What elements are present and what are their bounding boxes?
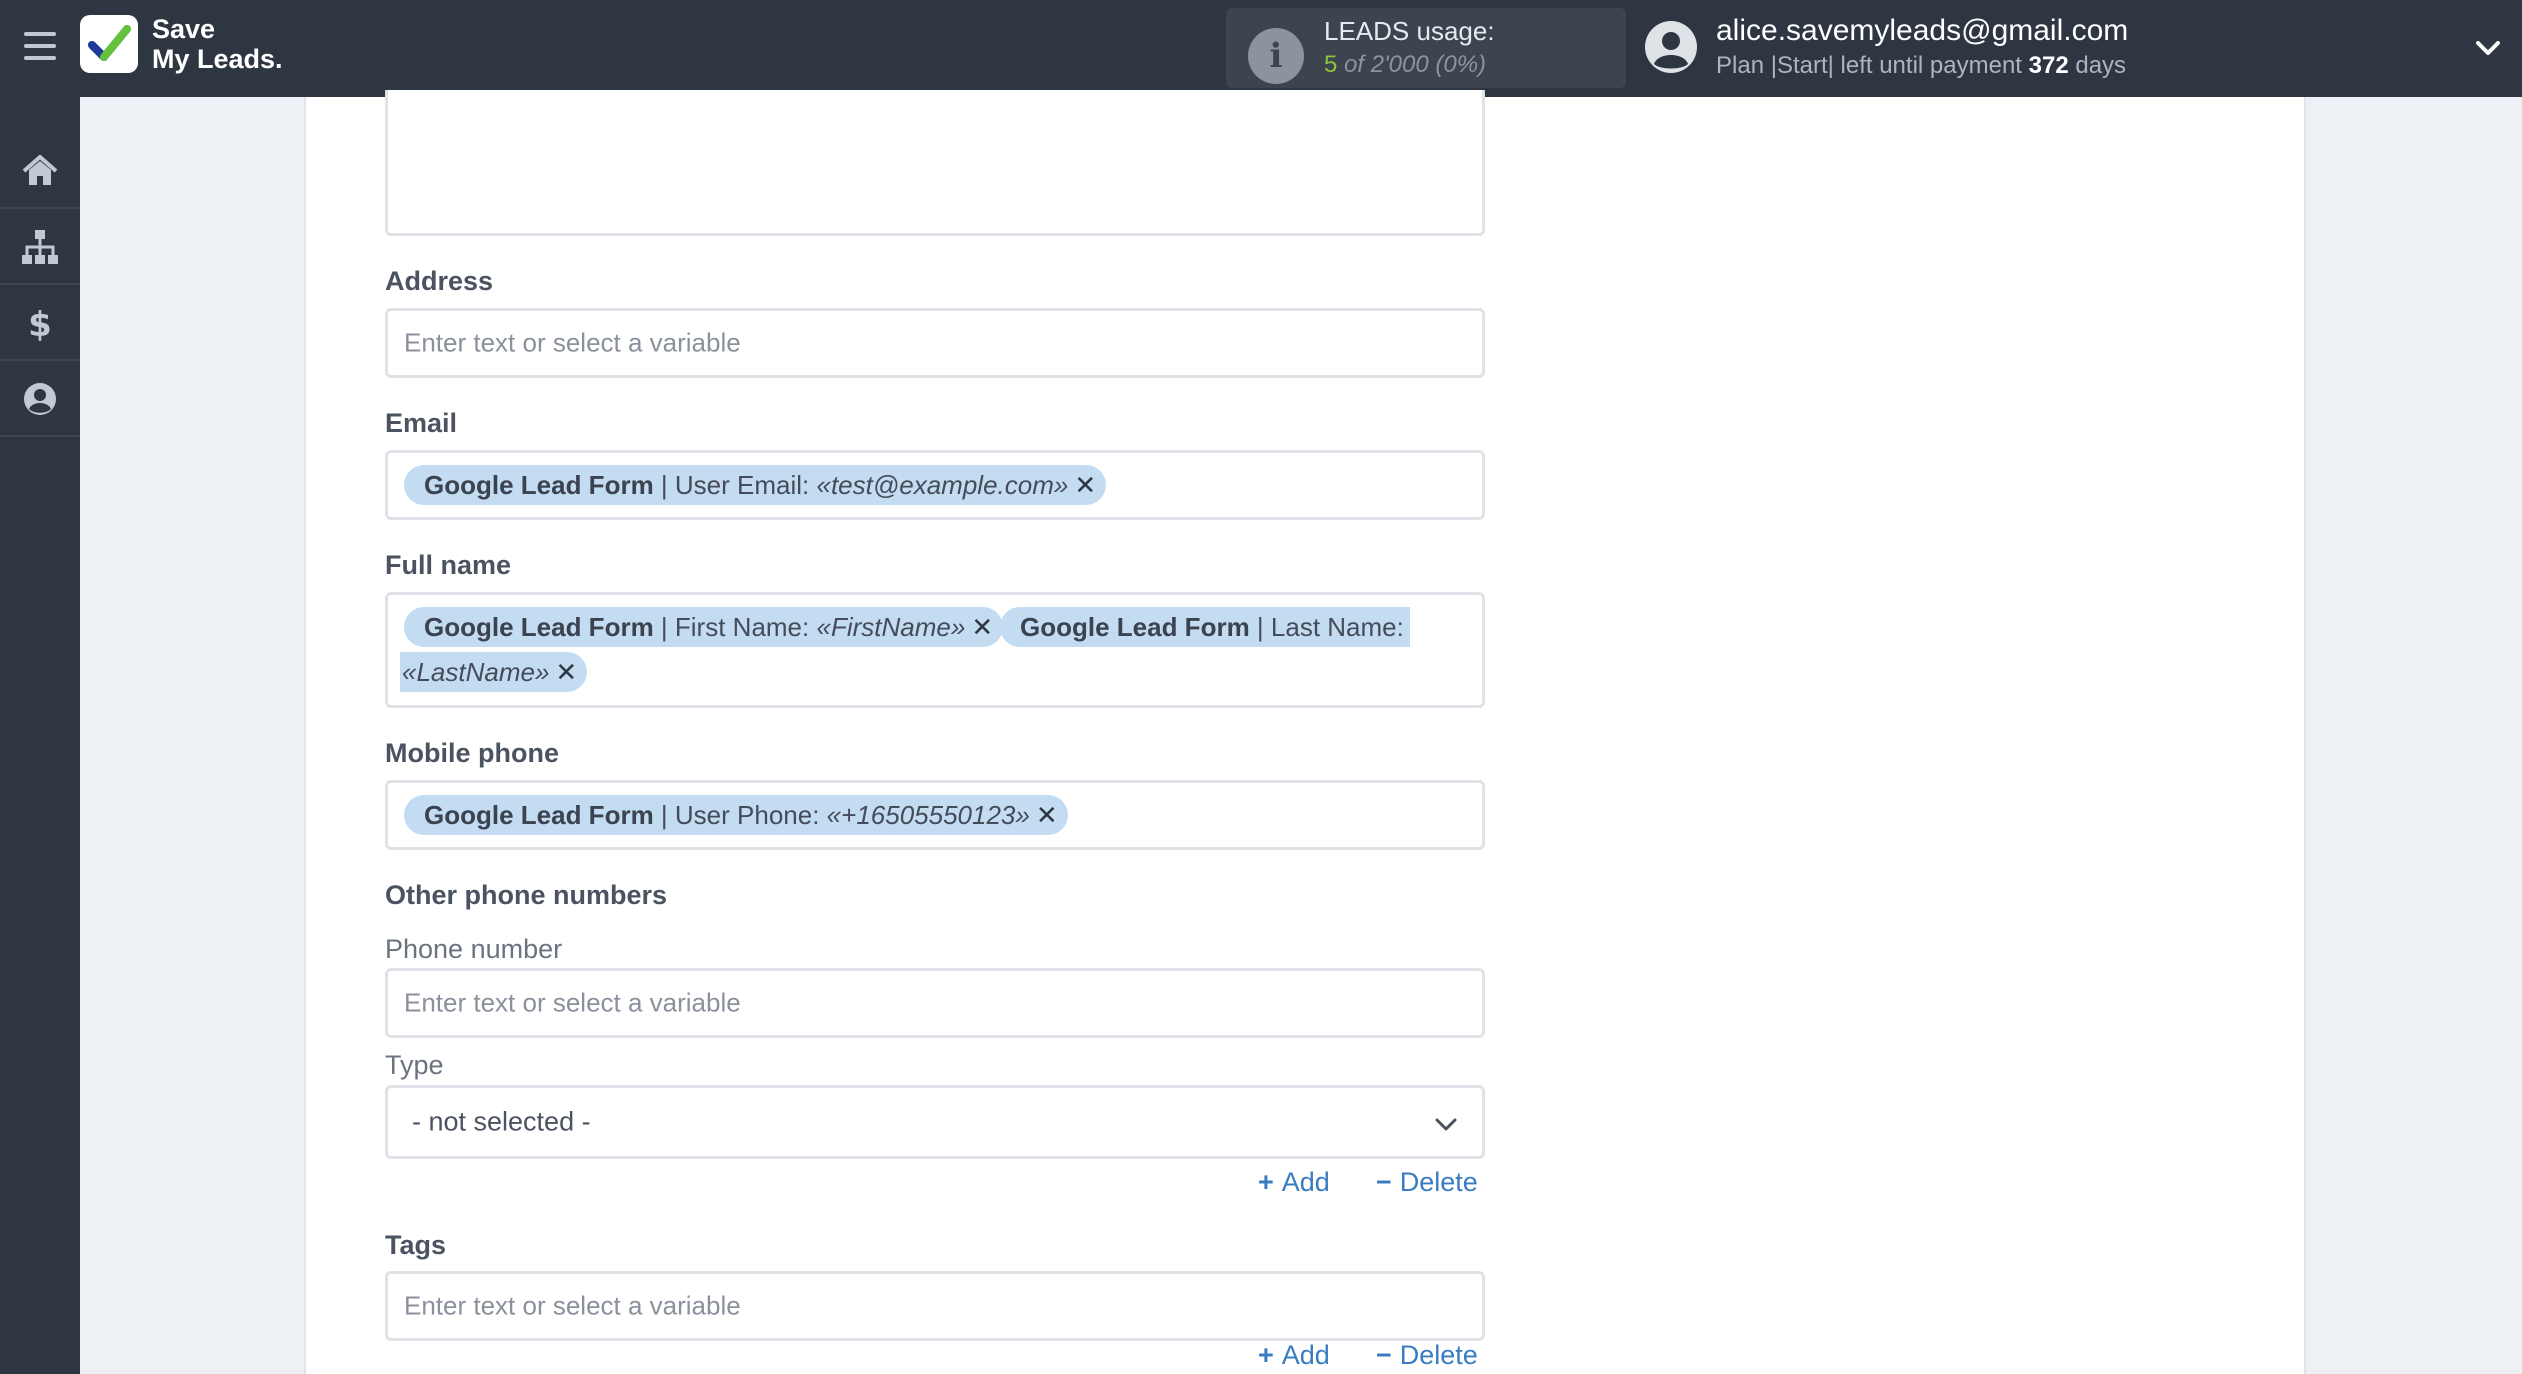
- close-icon[interactable]: ✕: [555, 652, 577, 692]
- tag-value: «FirstName»: [816, 612, 966, 642]
- close-icon[interactable]: ✕: [1074, 465, 1096, 505]
- address-label: Address: [385, 266, 494, 296]
- phone-number-input[interactable]: Enter text or select a variable: [385, 968, 1485, 1038]
- tag-field: | First Name:: [660, 612, 810, 642]
- minus-icon: −: [1376, 1340, 1392, 1370]
- email-label: Email: [385, 408, 458, 438]
- add-label: Add: [1281, 1167, 1330, 1197]
- address-input[interactable]: Enter text or select a variable: [385, 308, 1485, 378]
- hamburger-menu-icon[interactable]: [24, 32, 56, 62]
- tag-value: «+16505550123»: [826, 800, 1030, 830]
- phone-number-label: Phone number: [385, 934, 563, 964]
- plus-icon: +: [1258, 1167, 1274, 1197]
- add-tag-button[interactable]: + Add: [1258, 1340, 1330, 1371]
- email-input[interactable]: Google Lead Form | User Email: «test@exa…: [385, 450, 1485, 520]
- logo-icon[interactable]: [80, 15, 138, 73]
- top-bar: Save My Leads. i LEADS usage: 5 of 2'000…: [0, 0, 2522, 97]
- tag-value: «test@example.com»: [816, 470, 1069, 500]
- tag-field: | User Phone:: [660, 800, 820, 830]
- address-placeholder: Enter text or select a variable: [404, 327, 741, 358]
- sidebar: $: [0, 97, 80, 1374]
- mobile-phone-label: Mobile phone: [385, 738, 559, 768]
- usage-title: LEADS usage:: [1324, 16, 1495, 46]
- plan-days-unit: days: [2075, 52, 2127, 79]
- tag-source: Google Lead Form: [424, 612, 654, 642]
- add-label: Add: [1281, 1340, 1330, 1370]
- logo-text[interactable]: Save My Leads.: [152, 14, 283, 74]
- full-name-label: Full name: [385, 550, 512, 580]
- tag-source: Google Lead Form: [424, 470, 654, 500]
- usage-percent: (0%): [1435, 51, 1487, 78]
- user-circle-icon: [24, 383, 56, 415]
- avatar-icon[interactable]: [1644, 20, 1698, 74]
- user-plan: Plan |Start| left until payment 372 days: [1716, 52, 2126, 80]
- usage-count: 5: [1324, 51, 1338, 78]
- tag-field: | User Email:: [660, 470, 810, 500]
- tags-placeholder: Enter text or select a variable: [404, 1290, 741, 1321]
- tag-field: | Last Name:: [1256, 612, 1404, 642]
- close-icon[interactable]: ✕: [971, 607, 993, 647]
- chevron-down-icon[interactable]: [2472, 32, 2504, 64]
- delete-phone-button[interactable]: − Delete: [1376, 1167, 1478, 1198]
- tag-source: Google Lead Form: [424, 800, 654, 830]
- sidebar-item-billing[interactable]: $: [0, 285, 80, 361]
- close-icon[interactable]: ✕: [1036, 795, 1058, 835]
- mobile-phone-input[interactable]: Google Lead Form | User Phone: «+1650555…: [385, 780, 1485, 850]
- full-name-input[interactable]: Google Lead Form | First Name: «FirstNam…: [385, 592, 1485, 708]
- dollar-icon: $: [28, 305, 52, 343]
- chevron-down-icon: [1435, 1118, 1457, 1131]
- type-select-value: - not selected -: [412, 1106, 591, 1137]
- leads-usage-panel: i LEADS usage: 5 of 2'000 (0%): [1226, 8, 1626, 88]
- textarea-field[interactable]: [385, 90, 1485, 236]
- variable-tag-continuation[interactable]: «LastName» ✕: [400, 652, 588, 692]
- variable-tag[interactable]: Google Lead Form | Last Name:: [1000, 607, 1410, 647]
- variable-tag[interactable]: Google Lead Form | User Phone: «+1650555…: [404, 795, 1068, 835]
- usage-limit: of 2'000: [1344, 51, 1429, 78]
- sidebar-item-account[interactable]: [0, 361, 80, 437]
- type-label: Type: [385, 1050, 444, 1080]
- logo-line-1: Save: [152, 14, 216, 44]
- plan-days: 372: [2028, 52, 2069, 79]
- tag-source: Google Lead Form: [1020, 612, 1250, 642]
- usage-value: 5 of 2'000 (0%): [1324, 51, 1486, 79]
- delete-tag-button[interactable]: − Delete: [1376, 1340, 1478, 1371]
- other-phones-label: Other phone numbers: [385, 880, 668, 910]
- delete-label: Delete: [1399, 1167, 1478, 1197]
- info-icon: i: [1248, 28, 1304, 84]
- minus-icon: −: [1376, 1167, 1392, 1197]
- logo-line-2: My Leads.: [152, 44, 283, 74]
- tag-value: «LastName»: [402, 657, 550, 687]
- tags-label: Tags: [385, 1230, 447, 1260]
- plus-icon: +: [1258, 1340, 1274, 1370]
- phone-number-placeholder: Enter text or select a variable: [404, 987, 741, 1018]
- add-phone-button[interactable]: + Add: [1258, 1167, 1330, 1198]
- variable-tag[interactable]: Google Lead Form | User Email: «test@exa…: [404, 465, 1107, 505]
- tags-input[interactable]: Enter text or select a variable: [385, 1271, 1485, 1341]
- svg-text:$: $: [28, 305, 52, 343]
- plan-text: Plan |Start| left until payment: [1716, 52, 2022, 79]
- delete-label: Delete: [1399, 1340, 1478, 1370]
- user-email[interactable]: alice.savemyleads@gmail.com: [1716, 14, 2128, 48]
- sitemap-icon: [22, 230, 58, 264]
- type-select[interactable]: - not selected -: [385, 1085, 1485, 1159]
- home-icon: [22, 155, 58, 185]
- sidebar-item-home[interactable]: [0, 133, 80, 209]
- sidebar-item-connections[interactable]: [0, 209, 80, 285]
- variable-tag[interactable]: Google Lead Form | First Name: «FirstNam…: [404, 607, 1004, 647]
